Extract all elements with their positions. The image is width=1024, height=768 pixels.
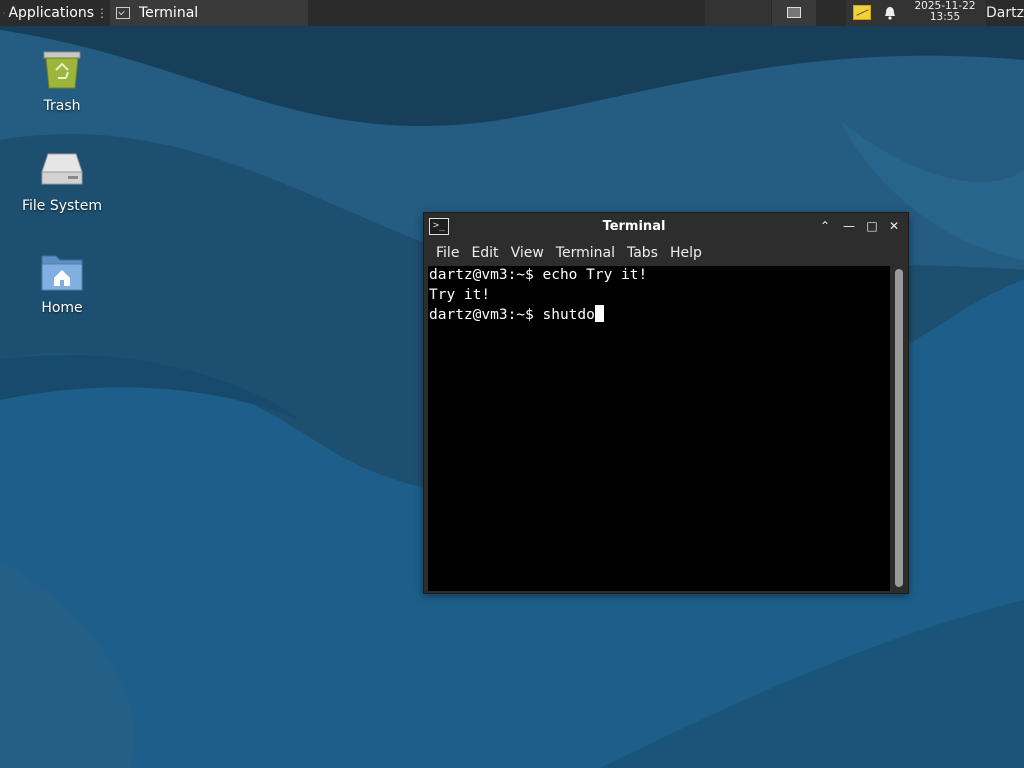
menu-view[interactable]: View <box>507 241 552 265</box>
trash-icon <box>43 51 81 89</box>
drive-icon <box>41 153 83 185</box>
trash-label: Trash <box>43 98 81 114</box>
file-system-label: File System <box>21 198 103 214</box>
menu-file[interactable]: File <box>432 241 467 265</box>
minimize-button[interactable]: — <box>842 219 856 233</box>
window-title: Terminal <box>602 219 666 234</box>
notes-icon[interactable] <box>853 5 871 20</box>
terminal-icon <box>116 7 130 19</box>
terminal-line: dartz@vm3:~$ shutdo <box>428 305 890 326</box>
workspace-icon <box>787 7 801 18</box>
desktop-icon-file-system[interactable]: File System <box>12 148 112 214</box>
window-titlebar[interactable]: >_ Terminal ⌃ — □ ✕ <box>424 213 908 240</box>
taskbar-terminal-button[interactable]: Terminal <box>110 0 308 26</box>
applications-menu-button[interactable]: Applications ⋮ <box>0 0 108 26</box>
notification-bell-icon[interactable] <box>882 5 898 21</box>
workspace-switcher[interactable] <box>772 0 816 26</box>
taskbar-terminal-label: Terminal <box>139 5 199 21</box>
home-label: Home <box>41 300 83 316</box>
terminal-line: Try it! <box>429 286 491 303</box>
clock[interactable]: 2025-11-22 13:55 <box>906 1 984 23</box>
menu-help[interactable]: Help <box>666 241 710 265</box>
desktop-icon-home[interactable]: Home <box>12 250 112 316</box>
terminal-menubar: File Edit View Terminal Tabs Help <box>424 241 908 265</box>
menu-terminal[interactable]: Terminal <box>552 241 623 265</box>
applications-label: Applications <box>8 5 94 21</box>
terminal-scrollbar[interactable] <box>892 266 906 591</box>
home-folder-icon <box>41 255 83 291</box>
xfce-logo-icon <box>3 11 6 15</box>
text-cursor <box>594 305 604 322</box>
scrollbar-thumb[interactable] <box>895 269 903 587</box>
menu-edit[interactable]: Edit <box>467 241 506 265</box>
terminal-output[interactable]: dartz@vm3:~$ echo Try it! Try it! dartz@… <box>428 266 890 591</box>
menu-tabs[interactable]: Tabs <box>623 241 666 265</box>
terminal-line: dartz@vm3:~$ echo Try it! <box>429 267 648 283</box>
user-menu[interactable]: Dartz <box>986 0 1024 26</box>
close-button[interactable]: ✕ <box>887 219 901 233</box>
panel-spacer <box>705 0 771 26</box>
terminal-current-input: dartz@vm3:~$ shutdo <box>429 307 595 323</box>
top-panel: Applications ⋮ Terminal 2025-11-22 13:55… <box>0 0 1024 26</box>
panel-separator: ⋮ <box>96 6 108 20</box>
maximize-button[interactable]: □ <box>865 219 879 233</box>
terminal-window[interactable]: >_ Terminal ⌃ — □ ✕ File Edit View Termi… <box>423 212 909 594</box>
shade-button[interactable]: ⌃ <box>818 219 832 233</box>
clock-time: 13:55 <box>929 11 961 23</box>
desktop-icon-trash[interactable]: Trash <box>12 44 112 114</box>
